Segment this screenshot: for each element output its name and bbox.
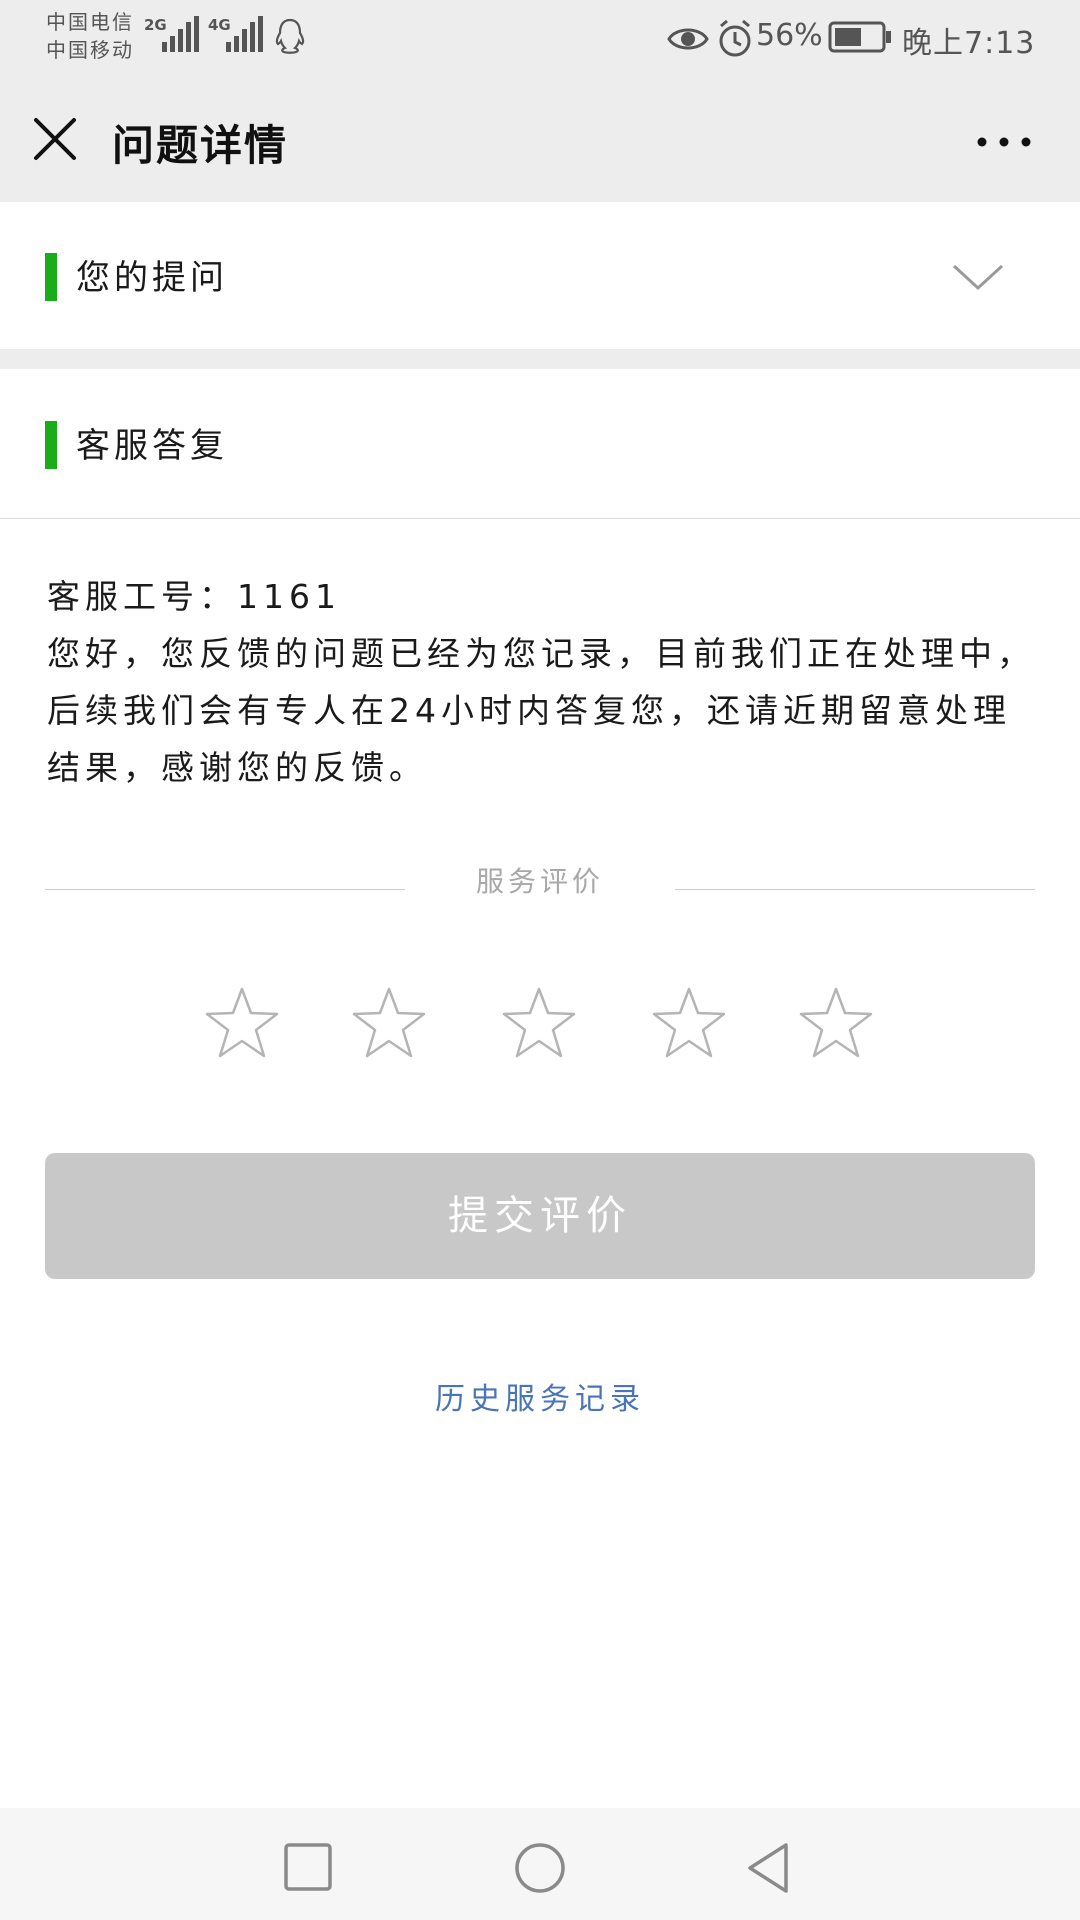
history-records-link[interactable]: 历史服务记录 [0,1374,1080,1418]
submit-rating-button[interactable]: 提交评价 [45,1153,1035,1279]
carrier-labels: 中国电信 中国移动 [46,8,134,64]
reply-content: 客服工号：1161 您好，您反馈的问题已经为您记录，目前我们正在处理中，后续我们… [47,568,1037,796]
divider [0,518,1080,519]
recent-apps-icon[interactable] [281,1840,337,1896]
section-accent-bar [45,253,57,301]
star-icon-5[interactable] [798,985,874,1061]
section-divider [0,349,1080,369]
home-icon[interactable] [512,1840,568,1896]
reply-message: 您好，您反馈的问题已经为您记录，目前我们正在处理中，后续我们会有专人在24小时内… [47,634,1035,787]
rating-label: 服务评价 [475,865,604,898]
alarm-icon [719,19,751,57]
close-icon[interactable] [30,114,80,164]
qq-icon [275,18,305,54]
page-title: 问题详情 [112,121,289,170]
carrier-2: 中国移动 [46,38,134,62]
signal-4g-icon: 4G [208,14,266,54]
system-nav-bar [0,1808,1080,1920]
question-section-header[interactable]: 您的提问 [0,202,1080,349]
nav-bar: 问题详情 [0,80,1080,202]
star-icon-4[interactable] [651,985,727,1061]
clock: 晚上7:13 [902,26,1036,61]
carrier-1: 中国电信 [46,10,134,34]
signal-2g-icon: 2G [144,14,202,54]
chevron-down-icon[interactable] [950,258,1006,298]
star-icon-1[interactable] [204,985,280,1061]
reply-section-title: 客服答复 [76,426,228,466]
star-icon-2[interactable] [351,985,427,1061]
more-icon[interactable] [976,122,1032,162]
star-icon-3[interactable] [501,985,577,1061]
reply-section-header: 客服答复 [0,369,1080,518]
question-section-title: 您的提问 [76,258,228,298]
back-icon[interactable] [742,1840,798,1896]
battery-icon [828,21,891,53]
battery-percent: 56% [756,18,823,53]
status-bar: 中国电信 中国移动 2G 4G 56% 晚上7:13 [0,0,1080,80]
star-rating [0,985,1080,1065]
staff-id: 客服工号：1161 [47,577,341,616]
section-accent-bar [45,421,57,469]
eye-icon [667,28,709,50]
